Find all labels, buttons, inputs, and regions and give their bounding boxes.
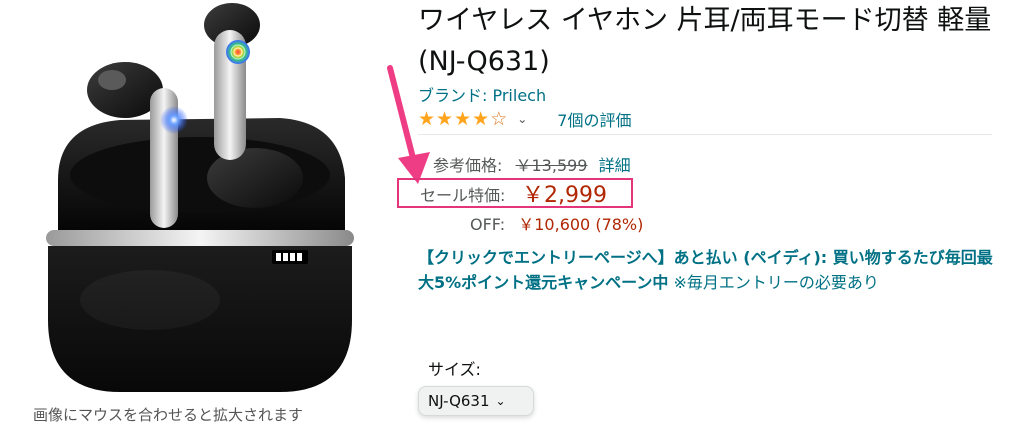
sale-price-label: セール特価: [420, 186, 506, 205]
chevron-down-icon: ⌄ [495, 394, 506, 408]
star-rating[interactable]: ★ ★ ★ ★ ☆ [418, 108, 507, 130]
divider [418, 134, 992, 135]
star-full-icon: ★ [454, 108, 472, 130]
product-title: ワイヤレス イヤホン 片耳/両耳モード切替 軽量 (NJ-Q631) [418, 5, 992, 77]
reference-price-row: 参考価格: ￥13,599 詳細 [433, 152, 631, 176]
star-half-icon: ★ [472, 108, 490, 130]
sale-price: ￥2,999 [522, 183, 607, 208]
size-label: サイズ: [428, 360, 481, 379]
product-image[interactable] [0, 0, 400, 400]
star-full-icon: ★ [436, 108, 454, 130]
reference-price: ￥13,599 [515, 156, 588, 175]
price-details-link[interactable]: 詳細 [599, 156, 631, 175]
chevron-down-icon[interactable]: ⌄ [517, 112, 527, 126]
promo-text: 【クリックでエントリーページへ】あと払い (ペイディ): 買い物するたび毎回最大… [418, 245, 993, 295]
rating-row: ★ ★ ★ ★ ☆ ⌄ 7個の評価 [418, 107, 631, 131]
image-zoom-hint: 画像にマウスを合わせると拡大されます [33, 406, 304, 424]
review-count-link[interactable]: 7個の評価 [557, 107, 631, 131]
reference-price-label: 参考価格: [433, 156, 503, 175]
promo-note: ※毎月エントリーの必要あり [668, 273, 879, 292]
discount-label: OFF: [470, 215, 506, 234]
size-dropdown[interactable]: NJ-Q631 ⌄ [418, 386, 534, 416]
brand-link[interactable]: ブランド: Prilech [418, 82, 546, 106]
star-empty-icon: ☆ [490, 108, 508, 130]
size-selected-value: NJ-Q631 [428, 392, 490, 410]
star-full-icon: ★ [418, 108, 436, 130]
discount-value: ￥10,600 (78%) [518, 215, 644, 234]
discount-row: OFF: ￥10,600 (78%) [470, 211, 643, 235]
